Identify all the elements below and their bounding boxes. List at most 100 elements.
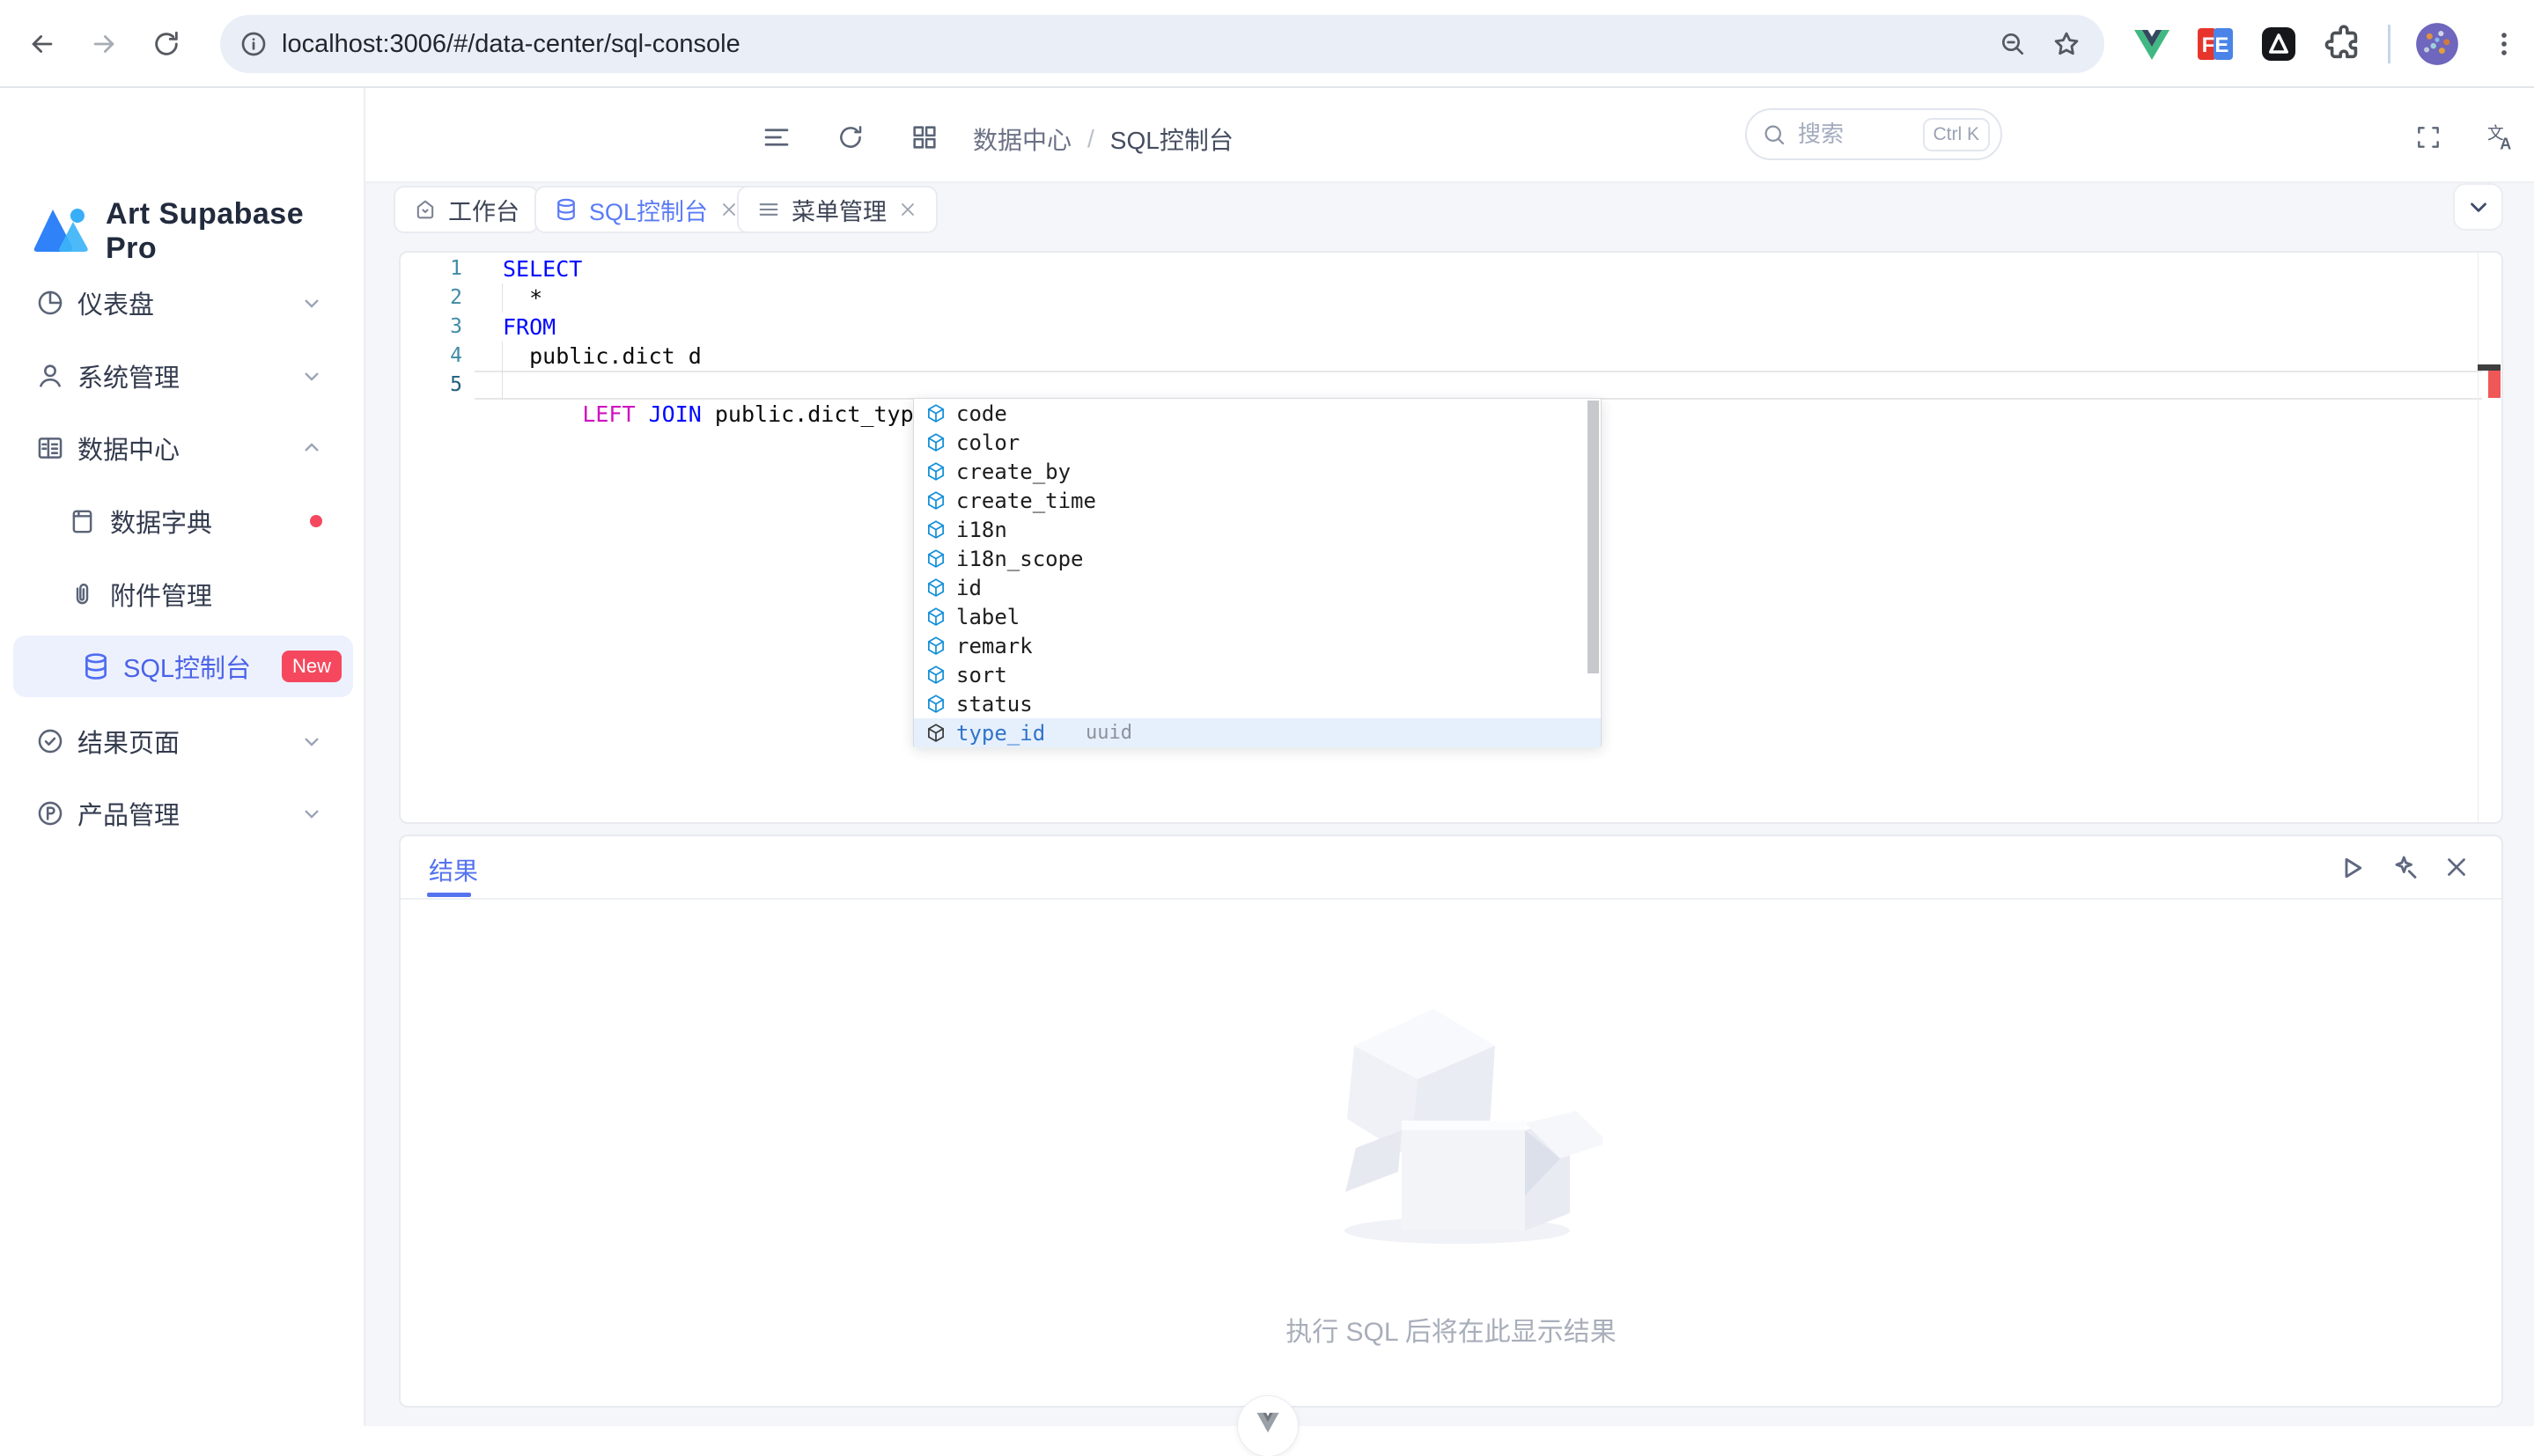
database-icon [554, 197, 578, 222]
sidebar-item-label: 仪表盘 [77, 284, 154, 321]
sidebar-item-label: 数据中心 [77, 430, 180, 467]
fe-badge-text: FE [2202, 33, 2229, 57]
search-icon [1761, 121, 1787, 148]
overview-cursor-marker [2478, 364, 2501, 371]
url-input[interactable] [282, 30, 1999, 59]
sidebar: Art Supabase Pro 仪表盘 系统管理 数据中心 数据字典 附件管理… [0, 88, 365, 1426]
book-icon [68, 507, 97, 536]
autocomplete-item-label[interactable]: label [914, 602, 1601, 631]
browser-profile-avatar[interactable] [2414, 21, 2460, 67]
autocomplete-item-sort[interactable]: sort [914, 660, 1601, 689]
search-input[interactable] [1798, 121, 1923, 148]
chevron-down-icon [299, 364, 324, 388]
sidebar-item-label: 产品管理 [77, 795, 180, 832]
apps-grid-button[interactable] [907, 120, 942, 155]
site-info-icon[interactable] [239, 30, 268, 58]
autocomplete-item-color[interactable]: color [914, 428, 1601, 457]
code-line: * [503, 283, 542, 313]
autocomplete-item-status[interactable]: status [914, 689, 1601, 718]
refresh-button[interactable] [833, 120, 868, 155]
bookmark-star-icon[interactable] [2052, 29, 2081, 59]
tab-sql-console[interactable]: SQL控制台 [534, 186, 759, 233]
sidebar-item-sql-console[interactable]: SQL控制台 New [13, 636, 353, 697]
autocomplete-item-create_time[interactable]: create_time [914, 486, 1601, 515]
autocomplete-item-create_by[interactable]: create_by [914, 457, 1601, 486]
browser-menu-button[interactable] [2481, 21, 2527, 67]
svg-text:A: A [2500, 136, 2511, 153]
code-line: FROM [503, 313, 556, 342]
browser-chrome: FE [0, 0, 2534, 88]
search-box[interactable]: Ctrl K [1745, 108, 2002, 160]
tab-label: SQL控制台 [589, 193, 708, 227]
breadcrumb: 数据中心 / SQL控制台 [973, 121, 1234, 157]
field-cube-icon [924, 635, 947, 658]
field-cube-icon [924, 460, 947, 483]
chevron-down-icon [299, 801, 324, 826]
sidebar-item-data-center[interactable]: 数据中心 [0, 420, 365, 476]
chevron-down-icon [2465, 194, 2492, 220]
app-header: 数据中心 / SQL控制台 Ctrl K 文A [365, 88, 2534, 183]
sidebar-item-products[interactable]: 产品管理 [0, 785, 365, 842]
chevron-down-icon [299, 729, 324, 754]
back-button[interactable] [19, 21, 65, 67]
pie-chart-icon [35, 288, 65, 318]
field-cube-icon [924, 489, 947, 512]
field-cube-icon [924, 548, 947, 570]
autocomplete-item-type_id[interactable]: type_iduuid [914, 718, 1601, 747]
translate-button[interactable]: 文A [2483, 120, 2518, 155]
extension-app-icon[interactable] [2258, 23, 2300, 65]
check-circle-icon [35, 726, 65, 756]
collapse-sidebar-button[interactable] [759, 120, 794, 155]
overview-ruler-divider [2478, 253, 2479, 822]
sidebar-item-dashboard[interactable]: 仪表盘 [0, 275, 365, 331]
paperclip-icon [68, 580, 97, 609]
close-results-button[interactable] [2442, 852, 2477, 887]
code-line: SELECT [503, 254, 582, 283]
autocomplete-item-i18n[interactable]: i18n [914, 515, 1601, 544]
tab-list-collapse-button[interactable] [2453, 183, 2503, 231]
chevron-up-icon [299, 436, 324, 460]
logo-mountain-icon [33, 206, 92, 257]
run-sql-button[interactable] [2336, 852, 2371, 887]
sidebar-item-data-dictionary[interactable]: 数据字典 [0, 493, 365, 549]
autocomplete-item-code[interactable]: code [914, 399, 1601, 428]
autocomplete-item-i18n_scope[interactable]: i18n_scope [914, 544, 1601, 573]
sidebar-item-label: 附件管理 [110, 576, 212, 613]
autocomplete-scrollbar[interactable] [1587, 401, 1599, 673]
breadcrumb-parent[interactable]: 数据中心 [973, 121, 1072, 157]
url-bar[interactable] [220, 15, 2104, 73]
sidebar-item-attachments[interactable]: 附件管理 [0, 566, 365, 622]
breadcrumb-current[interactable]: SQL控制台 [1110, 121, 1234, 157]
line-number: 2 [401, 283, 462, 313]
sidebar-item-result-pages[interactable]: 结果页面 [0, 713, 365, 769]
field-cube-icon [924, 518, 947, 541]
results-tab[interactable]: 结果 [429, 852, 478, 887]
database-icon [81, 651, 111, 681]
reload-button[interactable] [144, 21, 189, 67]
field-cube-icon [924, 402, 947, 425]
tab-workbench[interactable]: 工作台 [394, 186, 539, 233]
format-sql-button[interactable] [2389, 852, 2424, 887]
field-cube-icon [924, 664, 947, 687]
tab-menu-management[interactable]: 菜单管理 [737, 186, 938, 233]
empty-state-illustration [1303, 991, 1602, 1255]
results-tab-indicator [427, 893, 471, 897]
forward-button[interactable] [81, 21, 127, 67]
extension-fe-icon[interactable]: FE [2194, 23, 2236, 65]
extension-vue-icon[interactable] [2131, 23, 2173, 65]
results-panel: 结果 执行 SQL 后将在此显示结果 [399, 835, 2503, 1408]
results-header: 结果 [401, 836, 2501, 900]
autocomplete-item-remark[interactable]: remark [914, 631, 1601, 660]
results-collapse-fab[interactable] [1238, 1396, 1298, 1456]
app-logo[interactable]: Art Supabase Pro [33, 197, 364, 266]
product-p-icon [35, 798, 65, 828]
close-icon[interactable] [897, 199, 918, 220]
autocomplete-item-detail: uuid [1086, 722, 1132, 744]
fullscreen-button[interactable] [2411, 120, 2446, 155]
sidebar-item-system[interactable]: 系统管理 [0, 348, 365, 404]
extensions-puzzle-icon[interactable] [2324, 23, 2366, 65]
autocomplete-item-id[interactable]: id [914, 573, 1601, 602]
field-cube-icon [924, 577, 947, 599]
zoom-out-icon[interactable] [1999, 30, 2027, 58]
v-chevron-icon [1250, 1403, 1285, 1438]
